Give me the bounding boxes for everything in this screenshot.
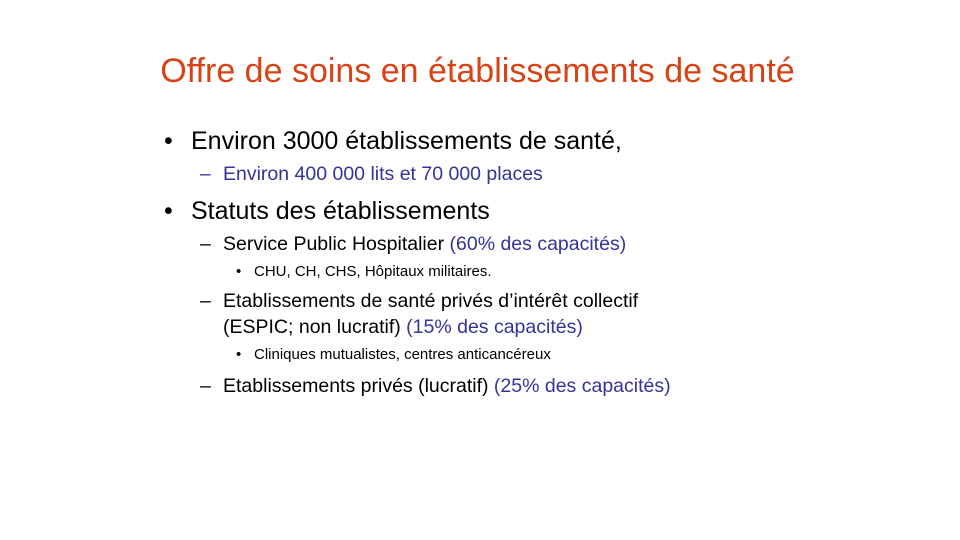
slide-content: • Environ 3000 établissements de santé, … [0, 0, 960, 540]
bullet-establishments-count: Environ 3000 établissements de santé, [191, 127, 622, 155]
espic-label: (ESPIC; non lucratif) [223, 316, 407, 338]
sub-bullet-beds-places: Environ 400 000 lits et 70 000 places [223, 163, 543, 185]
sub-sub-bullet-espic-examples: Cliniques mutualistes, centres anticancé… [254, 346, 551, 363]
slide: Offre de soins en établissements de sant… [0, 0, 960, 540]
bullet-marker: • [164, 127, 173, 155]
sub-bullet-private: Etablissements privés (lucratif) (25% de… [223, 374, 671, 398]
private-label: Etablissements privés (lucratif) [223, 375, 494, 397]
sub-bullet-espic-line2: (ESPIC; non lucratif) (15% des capacités… [223, 315, 583, 339]
espic-share: (15% des capacités) [406, 316, 583, 338]
dash-marker: – [200, 233, 211, 255]
sub-bullet-espic-line1: Etablissements de santé privés d’intérêt… [223, 290, 639, 312]
bullet-marker: • [164, 197, 173, 225]
sub-sub-bullet-public-examples: CHU, CH, CHS, Hôpitaux militaires. [254, 263, 492, 280]
sub-bullet-public-service: Service Public Hospitalier (60% des capa… [223, 232, 626, 256]
dash-marker: – [200, 290, 211, 312]
dash-marker: – [200, 163, 211, 185]
private-share: (25% des capacités) [493, 375, 671, 397]
bullet-marker: • [236, 263, 242, 280]
public-label: Service Public Hospitalier [223, 233, 450, 255]
bullet-marker: • [236, 346, 242, 363]
public-share: (60% des capacités) [449, 233, 627, 255]
bullet-statuses: Statuts des établissements [191, 197, 490, 225]
dash-marker: – [200, 375, 211, 397]
